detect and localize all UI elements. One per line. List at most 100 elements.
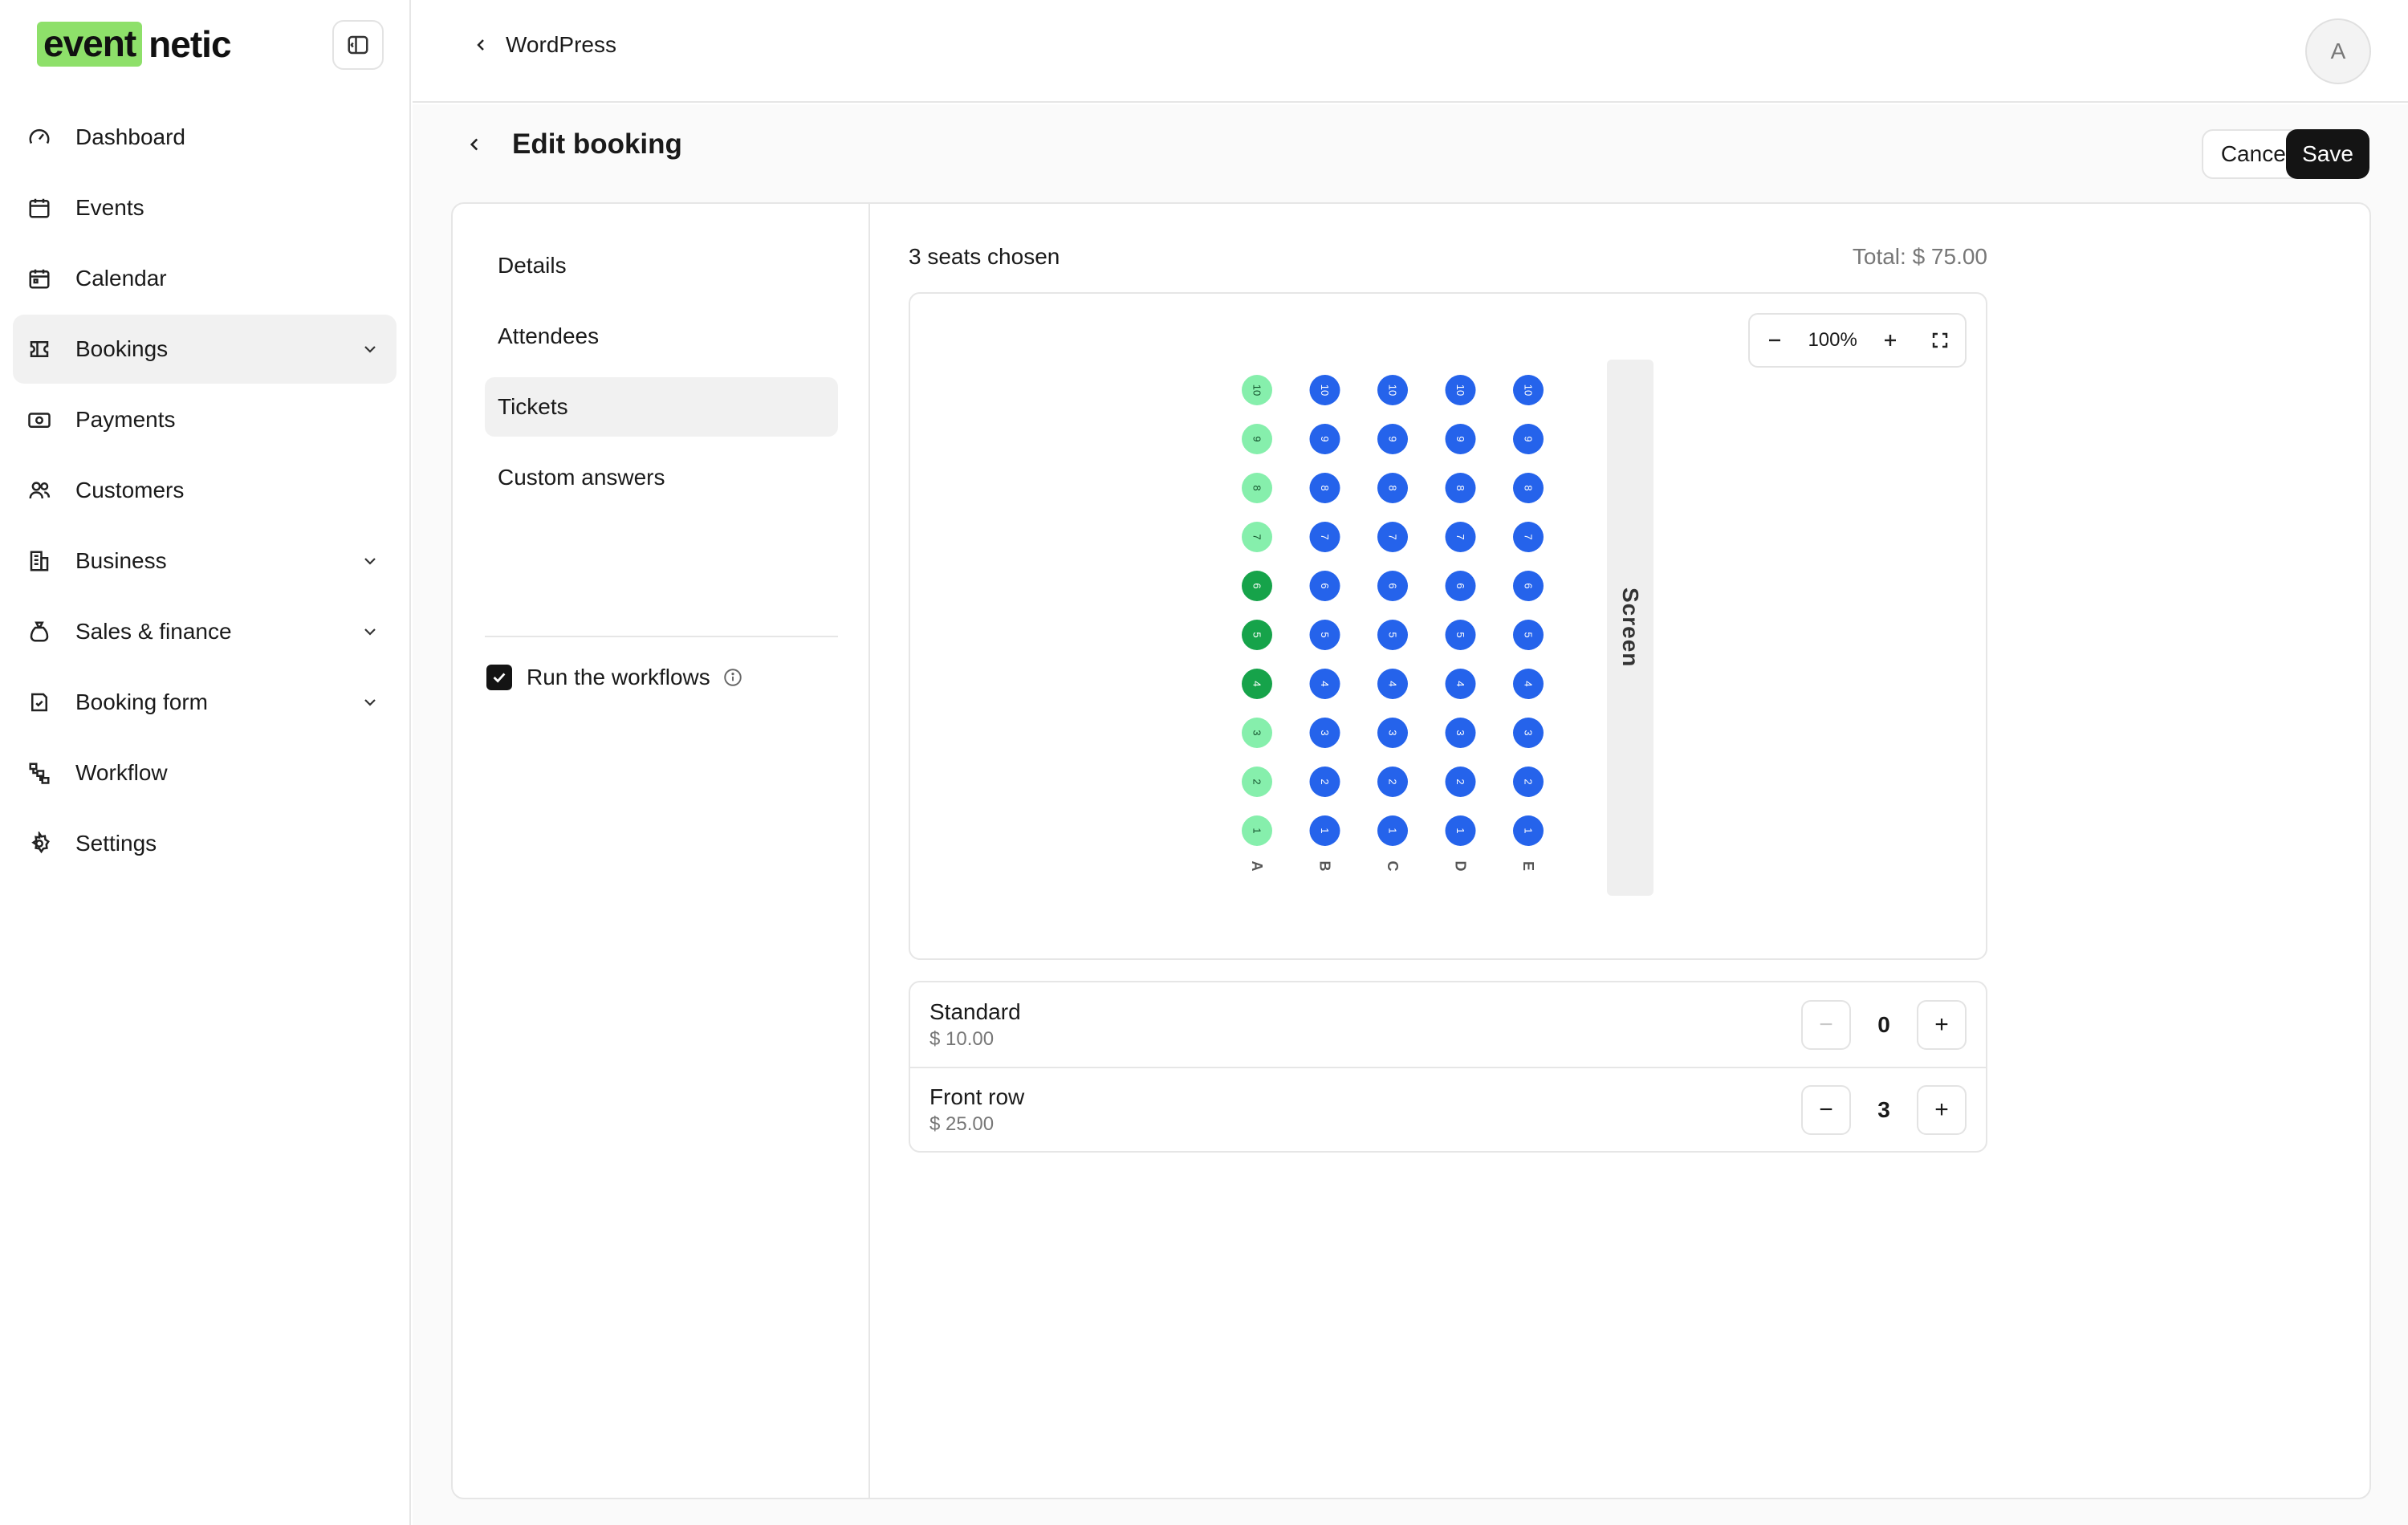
check-icon bbox=[493, 673, 506, 683]
seat-C3[interactable]: 3 bbox=[1377, 718, 1408, 748]
seat-A2[interactable]: 2 bbox=[1242, 767, 1272, 797]
tab-attendees[interactable]: Attendees bbox=[485, 307, 838, 366]
seat-A9[interactable]: 9 bbox=[1242, 424, 1272, 454]
sidebar-item-dashboard[interactable]: Dashboard bbox=[13, 103, 397, 172]
seat-C2[interactable]: 2 bbox=[1377, 767, 1408, 797]
seat-number-label: 5 bbox=[1454, 632, 1466, 637]
run-workflows-option[interactable]: Run the workflows bbox=[486, 665, 744, 690]
seat-D4[interactable]: 4 bbox=[1445, 669, 1476, 699]
sidebar-item-workflow[interactable]: Workflow bbox=[13, 738, 397, 807]
seat-C6[interactable]: 6 bbox=[1377, 571, 1408, 601]
increment-button[interactable]: + bbox=[1917, 1084, 1967, 1135]
brand-logo[interactable]: event netic bbox=[37, 22, 232, 67]
seat-C5[interactable]: 5 bbox=[1377, 620, 1408, 650]
seat-D9[interactable]: 9 bbox=[1445, 424, 1476, 454]
run-workflows-checkbox[interactable] bbox=[486, 665, 512, 690]
seat-C7[interactable]: 7 bbox=[1377, 522, 1408, 552]
seat-number-label: 5 bbox=[1251, 632, 1263, 637]
zoom-controls: 100% bbox=[1748, 313, 1967, 368]
sidebar-item-settings[interactable]: Settings bbox=[13, 809, 397, 878]
sidebar-item-label: Payments bbox=[75, 407, 176, 432]
seat-E5[interactable]: 5 bbox=[1513, 620, 1544, 650]
seat-B10[interactable]: 10 bbox=[1309, 375, 1340, 405]
ticket-row: Front row $ 25.00 − 3 + bbox=[910, 1067, 1986, 1151]
save-button[interactable]: Save bbox=[2286, 129, 2369, 179]
seat-D7[interactable]: 7 bbox=[1445, 522, 1476, 552]
seat-A1[interactable]: 1 bbox=[1242, 815, 1272, 846]
calendar-icon bbox=[26, 194, 53, 222]
seat-C1[interactable]: 1 bbox=[1377, 815, 1408, 846]
seat-number-label: 4 bbox=[1523, 681, 1535, 686]
row-label-A: A bbox=[1249, 861, 1265, 872]
seat-B4[interactable]: 4 bbox=[1309, 669, 1340, 699]
seat-number-label: 10 bbox=[1251, 384, 1263, 396]
seat-B6[interactable]: 6 bbox=[1309, 571, 1340, 601]
sidebar-item-booking-form[interactable]: Booking form bbox=[13, 668, 397, 737]
sidebar-item-payments[interactable]: Payments bbox=[13, 385, 397, 454]
breadcrumb[interactable]: WordPress bbox=[469, 32, 616, 58]
seat-A5[interactable]: 5 bbox=[1242, 620, 1272, 650]
seat-number-label: 1 bbox=[1319, 828, 1331, 833]
seat-B8[interactable]: 8 bbox=[1309, 473, 1340, 503]
seat-E1[interactable]: 1 bbox=[1513, 815, 1544, 846]
seat-E10[interactable]: 10 bbox=[1513, 375, 1544, 405]
seat-number-label: 1 bbox=[1454, 828, 1466, 833]
seat-B7[interactable]: 7 bbox=[1309, 522, 1340, 552]
seat-C10[interactable]: 10 bbox=[1377, 375, 1408, 405]
fullscreen-button[interactable] bbox=[1924, 324, 1956, 356]
seat-D3[interactable]: 3 bbox=[1445, 718, 1476, 748]
seat-number-label: 5 bbox=[1387, 632, 1399, 637]
seat-A3[interactable]: 3 bbox=[1242, 718, 1272, 748]
sidebar-item-business[interactable]: Business bbox=[13, 527, 397, 596]
avatar[interactable]: A bbox=[2305, 18, 2371, 84]
decrement-button[interactable]: − bbox=[1801, 1084, 1851, 1135]
seat-E7[interactable]: 7 bbox=[1513, 522, 1544, 552]
seat-A6[interactable]: 6 bbox=[1242, 571, 1272, 601]
sidebar-item-calendar[interactable]: Calendar bbox=[13, 244, 397, 313]
main-content: Edit booking Cancel Save Details Attende… bbox=[413, 104, 2408, 1525]
seat-E3[interactable]: 3 bbox=[1513, 718, 1544, 748]
seat-B5[interactable]: 5 bbox=[1309, 620, 1340, 650]
seat-B1[interactable]: 1 bbox=[1309, 815, 1340, 846]
seat-D10[interactable]: 10 bbox=[1445, 375, 1476, 405]
seat-number-label: 1 bbox=[1523, 828, 1535, 833]
sidebar-item-customers[interactable]: Customers bbox=[13, 456, 397, 525]
zoom-in-button[interactable] bbox=[1874, 324, 1906, 356]
tab-custom-answers[interactable]: Custom answers bbox=[485, 448, 838, 507]
seats-chosen-text: 3 seats chosen bbox=[909, 244, 1060, 269]
sidebar-item-bookings[interactable]: Bookings bbox=[13, 315, 397, 384]
zoom-out-button[interactable] bbox=[1759, 324, 1791, 356]
seat-D1[interactable]: 1 bbox=[1445, 815, 1476, 846]
seat-A7[interactable]: 7 bbox=[1242, 522, 1272, 552]
seat-E6[interactable]: 6 bbox=[1513, 571, 1544, 601]
seat-A10[interactable]: 10 bbox=[1242, 375, 1272, 405]
seat-E4[interactable]: 4 bbox=[1513, 669, 1544, 699]
seat-B3[interactable]: 3 bbox=[1309, 718, 1340, 748]
sidebar-item-sales-finance[interactable]: Sales & finance bbox=[13, 597, 397, 666]
seat-E9[interactable]: 9 bbox=[1513, 424, 1544, 454]
seat-B9[interactable]: 9 bbox=[1309, 424, 1340, 454]
seat-C4[interactable]: 4 bbox=[1377, 669, 1408, 699]
seat-D5[interactable]: 5 bbox=[1445, 620, 1476, 650]
back-button[interactable] bbox=[461, 131, 488, 158]
seat-A4[interactable]: 4 bbox=[1242, 669, 1272, 699]
seat-map[interactable]: 10 9 8 7 6 5 4 3 2 1 A 10 9 8 7 6 5 4 3 2 1 B 10 9 8 7 6 5 4 3 2 1 C 10 9 8… bbox=[909, 292, 1987, 960]
seat-A8[interactable]: 8 bbox=[1242, 473, 1272, 503]
tab-tickets[interactable]: Tickets bbox=[485, 377, 838, 437]
seat-E2[interactable]: 2 bbox=[1513, 767, 1544, 797]
seat-E8[interactable]: 8 bbox=[1513, 473, 1544, 503]
tab-details[interactable]: Details bbox=[485, 236, 838, 295]
info-icon[interactable] bbox=[722, 666, 744, 689]
seat-D2[interactable]: 2 bbox=[1445, 767, 1476, 797]
seat-D6[interactable]: 6 bbox=[1445, 571, 1476, 601]
chevron-down-icon bbox=[358, 690, 382, 714]
seat-D8[interactable]: 8 bbox=[1445, 473, 1476, 503]
sidebar-toggle-button[interactable] bbox=[332, 20, 384, 70]
increment-button[interactable]: + bbox=[1917, 999, 1967, 1050]
sidebar-item-events[interactable]: Events bbox=[13, 173, 397, 242]
seat-C8[interactable]: 8 bbox=[1377, 473, 1408, 503]
form-icon bbox=[26, 689, 53, 716]
seat-B2[interactable]: 2 bbox=[1309, 767, 1340, 797]
decrement-button[interactable]: − bbox=[1801, 999, 1851, 1050]
seat-C9[interactable]: 9 bbox=[1377, 424, 1408, 454]
